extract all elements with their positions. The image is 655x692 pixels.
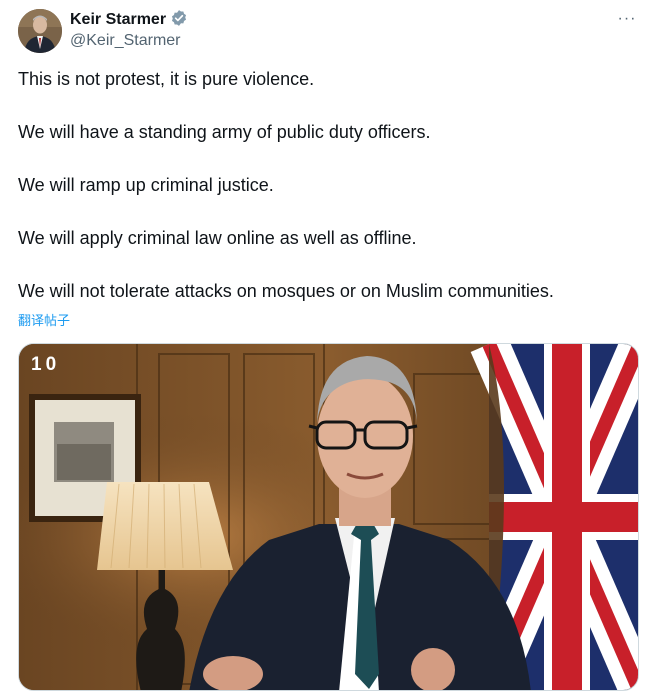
avatar[interactable] bbox=[18, 9, 62, 53]
translate-post-link[interactable]: 翻译帖子 bbox=[18, 310, 70, 329]
tweet-text-line: This is not protest, it is pure violence… bbox=[18, 69, 315, 89]
author-names: Keir Starmer @Keir_Starmer bbox=[70, 9, 188, 50]
author-display-name[interactable]: Keir Starmer bbox=[70, 11, 166, 29]
author-handle[interactable]: @Keir_Starmer bbox=[70, 32, 188, 50]
verified-badge-icon bbox=[170, 9, 188, 32]
tweet-header: Keir Starmer @Keir_Starmer ··· bbox=[18, 9, 639, 55]
tweet: Keir Starmer @Keir_Starmer ··· This is n… bbox=[0, 0, 655, 692]
video-thumbnail[interactable]: 10 bbox=[18, 343, 639, 691]
more-horizontal-icon[interactable]: ··· bbox=[615, 11, 639, 32]
media-watermark: 10 bbox=[31, 354, 60, 375]
tweet-text-line: We will have a standing army of public d… bbox=[18, 122, 431, 142]
tweet-text-line: We will not tolerate attacks on mosques … bbox=[18, 281, 554, 301]
tweet-text-line: We will apply criminal law online as wel… bbox=[18, 228, 417, 248]
tweet-text: This is not protest, it is pure violence… bbox=[18, 67, 638, 303]
tweet-text-line: We will ramp up criminal justice. bbox=[18, 175, 274, 195]
